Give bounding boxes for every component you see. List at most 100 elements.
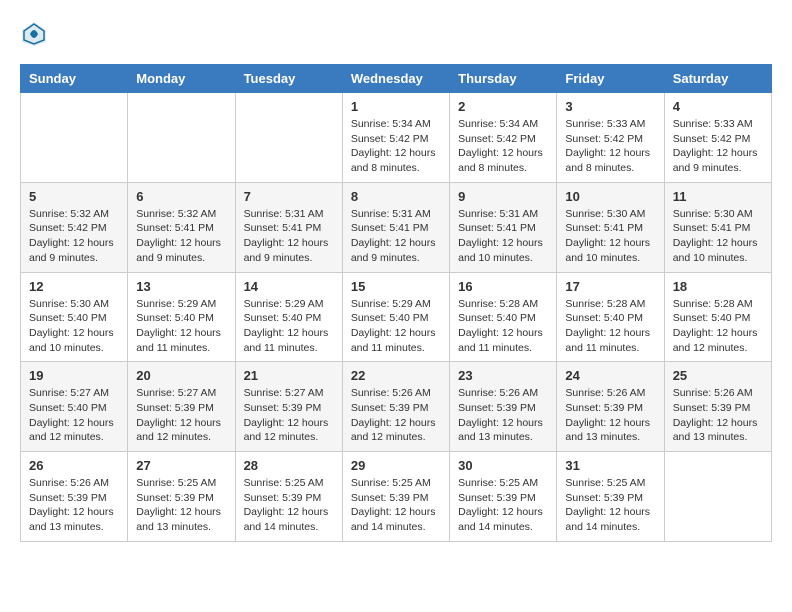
day-number: 19 <box>29 368 119 383</box>
calendar-cell: 16Sunrise: 5:28 AM Sunset: 5:40 PM Dayli… <box>450 272 557 362</box>
calendar-cell <box>128 93 235 183</box>
calendar-cell: 2 Sunrise: 5:34 AM Sunset: 5:42 PM Daylig… <box>450 93 557 183</box>
day-info: Sunrise: 5:26 AM Sunset: 5:39 PM Dayligh… <box>29 476 119 535</box>
day-number: 28 <box>244 458 334 473</box>
weekday-header: Saturday <box>664 65 771 93</box>
day-info: Sunrise: 5:27 AM Sunset: 5:39 PM Dayligh… <box>244 386 334 445</box>
calendar-cell: 6 Sunrise: 5:32 AM Sunset: 5:41 PM Daylig… <box>128 182 235 272</box>
day-number: 3 <box>565 99 655 114</box>
day-number: 23 <box>458 368 548 383</box>
day-number: 9 <box>458 189 548 204</box>
weekday-header: Wednesday <box>342 65 449 93</box>
day-info: Sunrise: 5:30 AM Sunset: 5:41 PM Dayligh… <box>565 207 655 266</box>
day-info: Sunrise: 5:32 AM Sunset: 5:41 PM Dayligh… <box>136 207 226 266</box>
day-info: Sunrise: 5:30 AM Sunset: 5:40 PM Dayligh… <box>29 297 119 356</box>
day-info: Sunrise: 5:31 AM Sunset: 5:41 PM Dayligh… <box>351 207 441 266</box>
day-info: Sunrise: 5:25 AM Sunset: 5:39 PM Dayligh… <box>136 476 226 535</box>
page-header <box>20 20 772 48</box>
day-info: Sunrise: 5:31 AM Sunset: 5:41 PM Dayligh… <box>244 207 334 266</box>
day-number: 21 <box>244 368 334 383</box>
day-number: 17 <box>565 279 655 294</box>
calendar-cell: 24Sunrise: 5:26 AM Sunset: 5:39 PM Dayli… <box>557 362 664 452</box>
day-number: 18 <box>673 279 763 294</box>
calendar-cell: 20 Sunrise: 5:27 AM Sunset: 5:39 PM Dayli… <box>128 362 235 452</box>
day-number: 22 <box>351 368 441 383</box>
day-number: 4 <box>673 99 763 114</box>
calendar-cell <box>235 93 342 183</box>
day-info: Sunrise: 5:27 AM Sunset: 5:40 PM Dayligh… <box>29 386 119 445</box>
weekday-header: Tuesday <box>235 65 342 93</box>
day-number: 25 <box>673 368 763 383</box>
weekday-header: Thursday <box>450 65 557 93</box>
calendar-cell: 13 Sunrise: 5:29 AM Sunset: 5:40 PM Dayli… <box>128 272 235 362</box>
calendar-cell: 17 Sunrise: 5:28 AM Sunset: 5:40 PM Dayli… <box>557 272 664 362</box>
day-number: 6 <box>136 189 226 204</box>
day-info: Sunrise: 5:34 AM Sunset: 5:42 PM Dayligh… <box>351 117 441 176</box>
calendar-cell: 11 Sunrise: 5:30 AM Sunset: 5:41 PM Dayli… <box>664 182 771 272</box>
day-info: Sunrise: 5:26 AM Sunset: 5:39 PM Dayligh… <box>458 386 548 445</box>
day-info: Sunrise: 5:29 AM Sunset: 5:40 PM Dayligh… <box>136 297 226 356</box>
calendar-cell: 28Sunrise: 5:25 AM Sunset: 5:39 PM Dayli… <box>235 452 342 542</box>
day-number: 12 <box>29 279 119 294</box>
day-info: Sunrise: 5:32 AM Sunset: 5:42 PM Dayligh… <box>29 207 119 266</box>
calendar-week-row: 1 Sunrise: 5:34 AM Sunset: 5:42 PM Daylig… <box>21 93 772 183</box>
calendar-cell: 22 Sunrise: 5:26 AM Sunset: 5:39 PM Dayli… <box>342 362 449 452</box>
calendar-cell: 19 Sunrise: 5:27 AM Sunset: 5:40 PM Dayli… <box>21 362 128 452</box>
calendar-cell <box>21 93 128 183</box>
day-number: 2 <box>458 99 548 114</box>
day-number: 29 <box>351 458 441 473</box>
day-number: 20 <box>136 368 226 383</box>
day-info: Sunrise: 5:33 AM Sunset: 5:42 PM Dayligh… <box>673 117 763 176</box>
day-info: Sunrise: 5:25 AM Sunset: 5:39 PM Dayligh… <box>458 476 548 535</box>
day-info: Sunrise: 5:29 AM Sunset: 5:40 PM Dayligh… <box>351 297 441 356</box>
day-number: 1 <box>351 99 441 114</box>
calendar-cell: 5Sunrise: 5:32 AM Sunset: 5:42 PM Daylig… <box>21 182 128 272</box>
day-number: 8 <box>351 189 441 204</box>
day-info: Sunrise: 5:26 AM Sunset: 5:39 PM Dayligh… <box>351 386 441 445</box>
calendar-cell: 21 Sunrise: 5:27 AM Sunset: 5:39 PM Dayli… <box>235 362 342 452</box>
calendar-cell: 4 Sunrise: 5:33 AM Sunset: 5:42 PM Daylig… <box>664 93 771 183</box>
calendar-week-row: 12 Sunrise: 5:30 AM Sunset: 5:40 PM Dayli… <box>21 272 772 362</box>
day-info: Sunrise: 5:25 AM Sunset: 5:39 PM Dayligh… <box>565 476 655 535</box>
calendar-cell: 27 Sunrise: 5:25 AM Sunset: 5:39 PM Dayli… <box>128 452 235 542</box>
day-number: 27 <box>136 458 226 473</box>
calendar-cell: 30Sunrise: 5:25 AM Sunset: 5:39 PM Dayli… <box>450 452 557 542</box>
day-number: 11 <box>673 189 763 204</box>
day-info: Sunrise: 5:34 AM Sunset: 5:42 PM Dayligh… <box>458 117 548 176</box>
weekday-header: Sunday <box>21 65 128 93</box>
day-info: Sunrise: 5:27 AM Sunset: 5:39 PM Dayligh… <box>136 386 226 445</box>
day-number: 13 <box>136 279 226 294</box>
day-number: 7 <box>244 189 334 204</box>
calendar-cell: 1 Sunrise: 5:34 AM Sunset: 5:42 PM Daylig… <box>342 93 449 183</box>
day-number: 16 <box>458 279 548 294</box>
calendar-cell: 23 Sunrise: 5:26 AM Sunset: 5:39 PM Dayli… <box>450 362 557 452</box>
calendar-cell: 31 Sunrise: 5:25 AM Sunset: 5:39 PM Dayli… <box>557 452 664 542</box>
day-number: 24 <box>565 368 655 383</box>
calendar-cell: 25 Sunrise: 5:26 AM Sunset: 5:39 PM Dayli… <box>664 362 771 452</box>
calendar-cell: 7 Sunrise: 5:31 AM Sunset: 5:41 PM Daylig… <box>235 182 342 272</box>
calendar-week-row: 19 Sunrise: 5:27 AM Sunset: 5:40 PM Dayli… <box>21 362 772 452</box>
logo <box>20 20 50 48</box>
day-info: Sunrise: 5:28 AM Sunset: 5:40 PM Dayligh… <box>565 297 655 356</box>
calendar-cell: 15Sunrise: 5:29 AM Sunset: 5:40 PM Dayli… <box>342 272 449 362</box>
day-info: Sunrise: 5:30 AM Sunset: 5:41 PM Dayligh… <box>673 207 763 266</box>
weekday-header: Monday <box>128 65 235 93</box>
calendar-cell: 12 Sunrise: 5:30 AM Sunset: 5:40 PM Dayli… <box>21 272 128 362</box>
calendar-cell: 9Sunrise: 5:31 AM Sunset: 5:41 PM Daylig… <box>450 182 557 272</box>
day-number: 31 <box>565 458 655 473</box>
day-info: Sunrise: 5:28 AM Sunset: 5:40 PM Dayligh… <box>673 297 763 356</box>
calendar-week-row: 26 Sunrise: 5:26 AM Sunset: 5:39 PM Dayli… <box>21 452 772 542</box>
calendar-cell <box>664 452 771 542</box>
calendar-cell: 26 Sunrise: 5:26 AM Sunset: 5:39 PM Dayli… <box>21 452 128 542</box>
calendar-cell: 14Sunrise: 5:29 AM Sunset: 5:40 PM Dayli… <box>235 272 342 362</box>
day-info: Sunrise: 5:25 AM Sunset: 5:39 PM Dayligh… <box>351 476 441 535</box>
day-info: Sunrise: 5:29 AM Sunset: 5:40 PM Dayligh… <box>244 297 334 356</box>
day-info: Sunrise: 5:33 AM Sunset: 5:42 PM Dayligh… <box>565 117 655 176</box>
calendar-cell: 29 Sunrise: 5:25 AM Sunset: 5:39 PM Dayli… <box>342 452 449 542</box>
day-number: 26 <box>29 458 119 473</box>
calendar-cell: 18 Sunrise: 5:28 AM Sunset: 5:40 PM Dayli… <box>664 272 771 362</box>
calendar-cell: 8 Sunrise: 5:31 AM Sunset: 5:41 PM Daylig… <box>342 182 449 272</box>
logo-icon <box>20 20 48 48</box>
day-info: Sunrise: 5:26 AM Sunset: 5:39 PM Dayligh… <box>673 386 763 445</box>
day-number: 10 <box>565 189 655 204</box>
